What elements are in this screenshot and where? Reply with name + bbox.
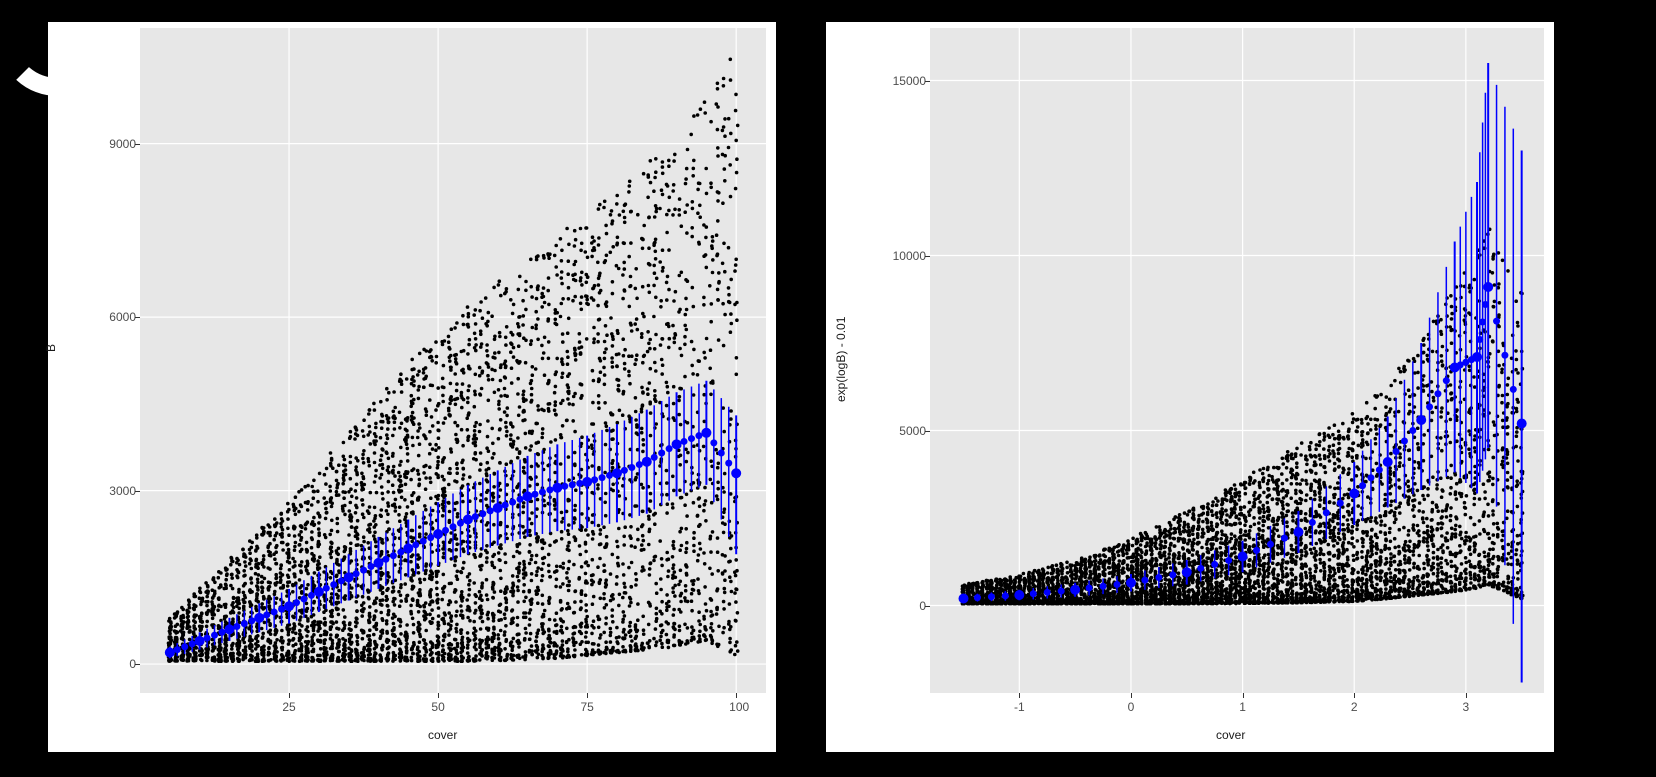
ytick-label: 10000 — [884, 249, 926, 263]
left-plot-area — [140, 28, 766, 693]
left-panel: B cover 0 3000 6000 9000 25 50 75 100 — [48, 22, 776, 752]
chart-svg — [140, 28, 766, 693]
xtick-label: 100 — [726, 700, 752, 714]
right-y-axis-title: exp(logB) - 0.01 — [834, 317, 848, 402]
left-y-axis-title: B — [44, 344, 58, 352]
xtick-label: 3 — [1456, 700, 1476, 714]
right-x-axis-title: cover — [1216, 728, 1245, 742]
xtick-label: 1 — [1233, 700, 1253, 714]
ytick-label: 6000 — [100, 310, 136, 324]
ytick-label: 5000 — [884, 424, 926, 438]
xtick-label: 50 — [428, 700, 448, 714]
xtick-label: 0 — [1121, 700, 1141, 714]
ytick-label: 3000 — [100, 484, 136, 498]
xtick-label: 25 — [279, 700, 299, 714]
ytick-label: 9000 — [100, 137, 136, 151]
chart-svg — [930, 28, 1544, 693]
xtick-label: 75 — [577, 700, 597, 714]
ytick-label: 0 — [122, 657, 136, 671]
ytick-label: 15000 — [884, 74, 926, 88]
left-x-axis-title: cover — [428, 728, 457, 742]
scatter-cloud — [167, 58, 740, 664]
xtick-label: -1 — [1009, 700, 1029, 714]
xtick-label: 2 — [1344, 700, 1364, 714]
ytick-label: 0 — [912, 599, 926, 613]
right-panel: exp(logB) - 0.01 cover 0 5000 10000 1500… — [826, 22, 1554, 752]
right-plot-area — [930, 28, 1544, 693]
